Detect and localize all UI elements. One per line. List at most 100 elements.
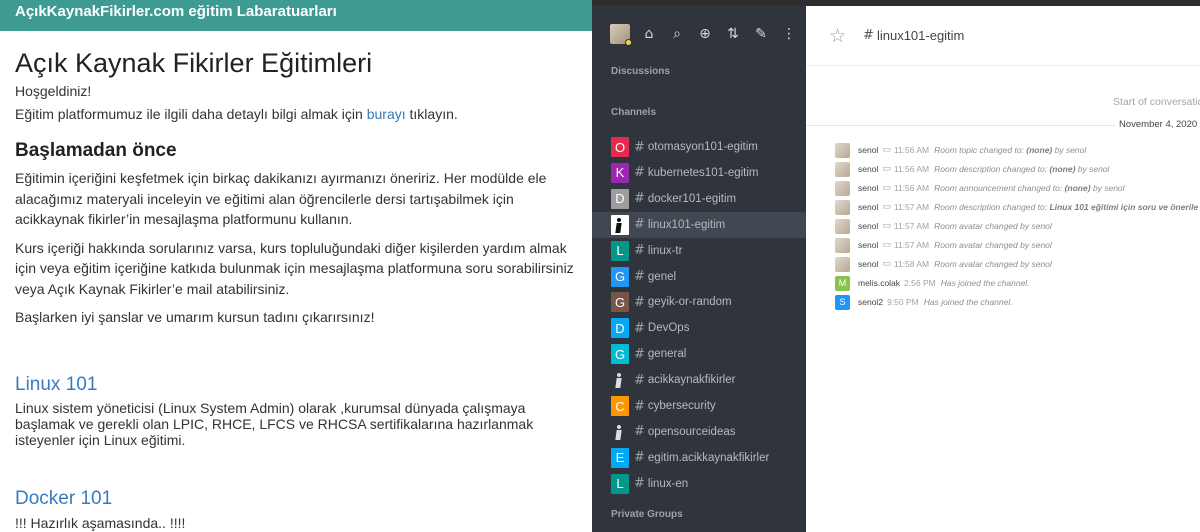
room-name: linux101-egitim	[876, 28, 965, 43]
channel-item[interactable]: O # otomasyon101-egitim	[592, 134, 806, 160]
channel-avatar: G	[611, 266, 629, 287]
course-docker101-title[interactable]: Docker 101	[15, 488, 578, 510]
message-avatar[interactable]	[835, 142, 850, 158]
channel-avatar: D	[611, 318, 629, 339]
channel-name: genel	[647, 270, 677, 283]
message-text-main: Room description changed to:	[934, 164, 1050, 174]
info-link[interactable]: burayı	[367, 106, 406, 122]
message-avatar[interactable]	[835, 199, 850, 215]
channel-item[interactable]: # acikkaynakfikirler	[592, 367, 806, 393]
chat-sidebar: ⌂ ⌕ ⊕ ⇅ ✎ ⋮ Discussions Channels O # otoma…	[592, 6, 806, 532]
channel-item[interactable]: G # geyik-or-random	[592, 289, 806, 315]
message-username[interactable]: senol	[858, 259, 878, 269]
channel-avatar: O	[611, 137, 629, 157]
channel-item[interactable]: # opensourceideas	[592, 419, 806, 445]
message-avatar[interactable]: S	[835, 294, 850, 310]
message-username[interactable]: senol	[858, 164, 878, 174]
channel-name: acikkaynakfikirler	[647, 374, 736, 387]
message-text-main: Room announcement changed to:	[934, 183, 1065, 193]
message-text-value: (none)	[1064, 183, 1091, 193]
channel-item[interactable]: E # egitim.acikkaynakfikirler	[592, 445, 806, 471]
info-suffix: tıklayın.	[405, 105, 458, 122]
system-message-icon: ▭	[882, 164, 891, 174]
user-avatar[interactable]	[610, 24, 632, 46]
system-message-icon: ▭	[882, 240, 891, 250]
message-time: 11:56 AM	[893, 164, 930, 174]
message-row: senol ▭ 11:57 AM Room avatar changed by sen…	[835, 237, 1052, 253]
channel-hash-icon: #	[863, 28, 874, 43]
message-text-main: Room description changed to:	[934, 202, 1050, 212]
message-username[interactable]: senol	[858, 240, 878, 250]
channel-item[interactable]: L # linux-en	[592, 471, 806, 497]
intro-paragraph-1: Eğitimin içeriğini keşfetmek için birkaç…	[15, 170, 547, 227]
message-avatar[interactable]	[835, 256, 850, 272]
message-text: Room topic changed to: (none) by senol	[934, 145, 1086, 155]
channel-name: linux-en	[647, 477, 689, 490]
channel-hash-icon: #	[634, 372, 645, 388]
message-text-value: (none)	[1049, 164, 1076, 174]
channel-item[interactable]: D # docker101-egitim	[592, 186, 806, 212]
directory-icon[interactable]: ⊕	[696, 25, 714, 43]
menu-icon[interactable]: ⋮	[780, 25, 798, 43]
message-avatar[interactable]	[835, 237, 850, 253]
message-username[interactable]: senol	[858, 145, 878, 155]
channel-hash-icon: #	[634, 294, 645, 310]
channel-hash-icon: #	[634, 243, 645, 259]
message-time: 11:57 AM	[893, 202, 930, 212]
away-status-indicator	[625, 39, 632, 46]
channel-name: linux-tr	[647, 244, 683, 257]
message-time: 11:56 AM	[893, 145, 930, 155]
channel-hash-icon: #	[634, 165, 645, 181]
system-message-icon: ▭	[882, 145, 891, 155]
message-avatar[interactable]	[835, 161, 850, 177]
room-view: ☆ # linux101-egitim Start of conversatio…	[806, 6, 1200, 532]
channel-item[interactable]: C # cybersecurity	[592, 393, 806, 419]
channel-item[interactable]: # linux101-egitim	[592, 211, 806, 238]
message-text-tail: by senol	[1075, 164, 1110, 174]
message-avatar[interactable]	[835, 218, 850, 234]
channel-item[interactable]: D # DevOps	[592, 315, 806, 341]
message-text-value: Linux 101 eğitimi için soru ve önerile	[1049, 202, 1199, 212]
channel-name: linux101-egitim	[647, 218, 726, 231]
date-divider: November 4, 2020	[1116, 119, 1200, 130]
channel-hash-icon: #	[634, 269, 645, 284]
sort-icon[interactable]: ⇅	[724, 25, 742, 43]
message-time: 9:50 PM	[887, 297, 919, 307]
home-icon[interactable]: ⌂	[640, 25, 658, 43]
message-avatar[interactable]	[835, 180, 850, 196]
intro-paragraph-2: Kurs içeriği hakkında sorularınız varsa,…	[15, 239, 574, 297]
channel-hash-icon: #	[634, 320, 645, 336]
edit-icon[interactable]: ✎	[752, 25, 770, 43]
channel-item[interactable]: G # genel	[592, 264, 806, 290]
discussions-section-label[interactable]: Discussions	[592, 66, 670, 77]
message-text: Room description changed to: Linux 101 e…	[934, 202, 1198, 212]
info-prefix: Eğitim platformumuz ile ilgili daha deta…	[15, 105, 367, 122]
channel-item[interactable]: K # kubernetes101-egitim	[592, 160, 806, 186]
system-message-icon: ▭	[882, 259, 891, 269]
message-text-tail: by senol	[1052, 145, 1087, 155]
message-avatar[interactable]: M	[835, 275, 850, 291]
greeting-text: Hoşgeldiniz!	[15, 83, 92, 99]
favorite-star-icon[interactable]: ☆	[829, 25, 846, 47]
message-time: 11:57 AM	[893, 240, 930, 250]
course-linux101-title[interactable]: Linux 101	[15, 374, 578, 396]
site-title-link[interactable]: AçıkKaynakFikirler.com eğitim Labaratuar…	[15, 3, 578, 21]
course-docker101-description: !!! Hazırlık aşamasında.. !!!!	[15, 514, 186, 531]
message-username[interactable]: senol	[858, 202, 878, 212]
channel-hash-icon: #	[634, 139, 645, 155]
message-username[interactable]: senol	[858, 183, 878, 193]
site-header-bar: AçıkKaynakFikirler.com eğitim Labaratuar…	[0, 0, 592, 31]
channel-item[interactable]: G # general	[592, 341, 806, 367]
message-username[interactable]: senol2	[858, 297, 883, 307]
message-text-main: Has joined the channel.	[940, 278, 1030, 288]
message-row: Mmelis.colak 2:56 PM Has joined the channe…	[835, 275, 1030, 291]
message-username[interactable]: melis.colak	[858, 278, 900, 288]
search-icon[interactable]: ⌕	[668, 25, 686, 43]
message-text-main: Room avatar changed by senol	[934, 240, 1052, 250]
channel-item[interactable]: L # linux-tr	[592, 238, 806, 264]
message-text: Room description changed to: (none) by s…	[934, 164, 1109, 174]
info-paragraph: Eğitim platformumuz ile ilgili daha deta…	[15, 104, 578, 125]
private-groups-section-label: Private Groups	[611, 509, 683, 520]
message-text: Room announcement changed to: (none) by …	[934, 183, 1124, 193]
message-username[interactable]: senol	[858, 221, 878, 231]
